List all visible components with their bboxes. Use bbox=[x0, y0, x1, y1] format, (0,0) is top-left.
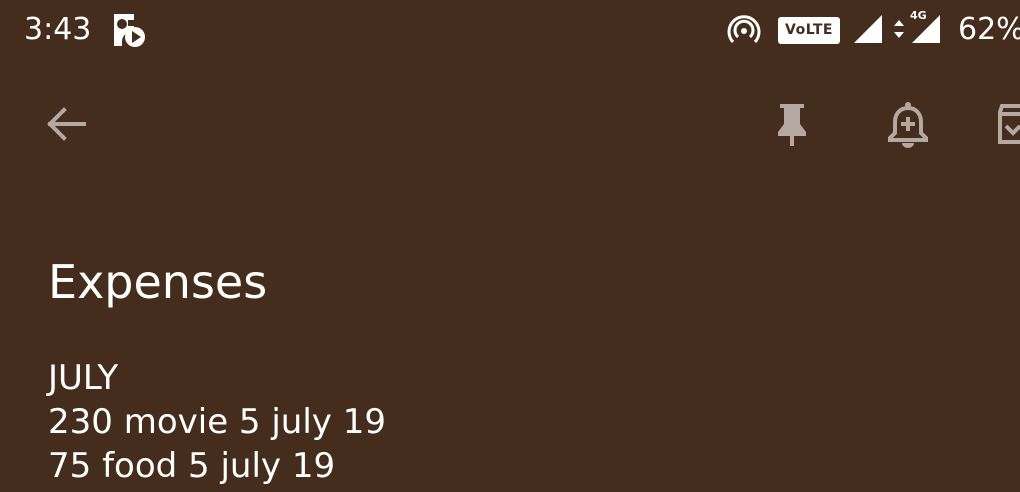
note-line: JULY bbox=[48, 358, 119, 398]
volte-icon: VoLTE bbox=[778, 17, 840, 44]
hotspot-icon bbox=[727, 15, 761, 44]
back-arrow-icon[interactable] bbox=[44, 102, 88, 146]
note-title[interactable]: Expenses bbox=[48, 252, 267, 312]
status-bar: 3:43 VoLTE 4G 62% bbox=[0, 0, 1020, 62]
archive-icon[interactable] bbox=[996, 102, 1020, 146]
note-body[interactable]: JULY 230 movie 5 july 19 75 food 5 july … bbox=[48, 356, 988, 488]
data-arrows-icon bbox=[894, 20, 904, 38]
pin-icon[interactable] bbox=[772, 102, 812, 148]
battery-percentage: 62% bbox=[958, 12, 1020, 47]
signal-icon bbox=[854, 15, 882, 43]
note-editor-screen: 3:43 VoLTE 4G 62% Expenses JULY 230 movi… bbox=[0, 0, 1020, 492]
status-time: 3:43 bbox=[24, 12, 92, 47]
signal-icon-2 bbox=[912, 15, 940, 43]
notification-app-icon bbox=[114, 14, 145, 47]
note-line: 75 food 5 july 19 bbox=[48, 446, 336, 486]
note-line: 230 movie 5 july 19 bbox=[48, 402, 386, 442]
reminder-bell-icon[interactable] bbox=[886, 100, 930, 148]
